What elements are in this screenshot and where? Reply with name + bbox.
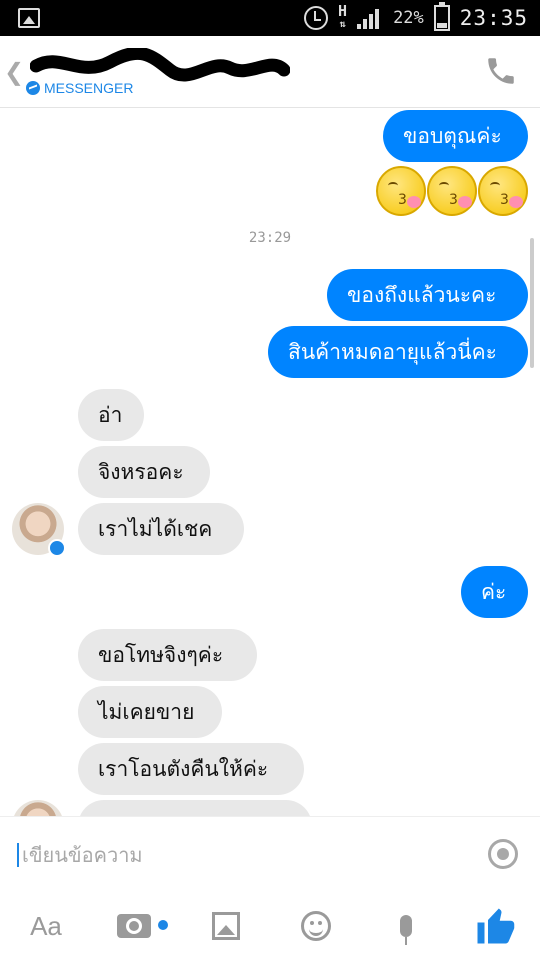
message-timestamp: 23:29	[248, 230, 292, 246]
incoming-message-partial[interactable]	[78, 800, 312, 816]
smiley-icon	[301, 911, 331, 941]
like-button[interactable]	[470, 901, 520, 951]
camera-button[interactable]	[114, 901, 154, 951]
camera-icon	[117, 914, 151, 938]
message-input[interactable]	[22, 835, 462, 875]
battery-icon	[433, 2, 450, 31]
outgoing-message[interactable]: สินค้าหมดอายุแล้วนี่คะ	[268, 326, 528, 378]
kissing-emoji-icon: 3	[427, 166, 477, 216]
composer-toolbar: Aa	[0, 901, 540, 951]
voice-button[interactable]	[386, 901, 426, 951]
gallery-button[interactable]	[206, 901, 246, 951]
conversation-header: ❮ MESSENGER	[0, 36, 540, 108]
emoji-glyph: 3	[398, 192, 407, 208]
status-icons: H ⇅ 22% 23:35	[304, 0, 528, 36]
emoji-glyph: 3	[500, 192, 509, 208]
compose-row	[0, 817, 540, 891]
sticker-button[interactable]	[296, 901, 336, 951]
scrollbar[interactable]	[530, 238, 534, 368]
redacted-contact-name	[30, 48, 290, 82]
kissing-emoji-icon: 3	[478, 166, 528, 216]
contact-avatar[interactable]	[12, 503, 66, 557]
camera-new-indicator-icon	[158, 920, 168, 930]
contact-avatar[interactable]	[12, 800, 64, 816]
outgoing-message[interactable]: ของถึงแล้วนะคะ	[327, 269, 528, 321]
incoming-message[interactable]: อ่า	[78, 389, 144, 441]
outgoing-message[interactable]: ขอบตุณค่ะ	[383, 110, 528, 162]
incoming-message[interactable]: ขอโทษจิงๆค่ะ	[78, 629, 257, 681]
emoji-glyph: 3	[449, 192, 458, 208]
status-bar: H ⇅ 22% 23:35	[0, 0, 540, 36]
text-format-label: Aa	[30, 910, 62, 941]
kissing-emoji-icon: 3	[376, 166, 426, 216]
messenger-brand: MESSENGER	[26, 80, 133, 96]
text-cursor	[17, 843, 19, 867]
location-icon[interactable]	[488, 839, 518, 869]
image-icon	[212, 912, 240, 940]
battery-percent: 22%	[393, 8, 424, 28]
back-chevron-icon[interactable]: ❮	[4, 58, 24, 86]
signal-icon	[357, 7, 383, 29]
thumbs-up-icon	[477, 908, 515, 944]
messenger-icon	[26, 81, 40, 95]
incoming-message[interactable]: จิงหรอคะ	[78, 446, 210, 498]
gallery-notification-icon	[18, 8, 40, 28]
messenger-label: MESSENGER	[44, 80, 134, 96]
network-type-indicator: H ⇅	[338, 2, 348, 31]
clock: 23:35	[459, 6, 528, 30]
incoming-message[interactable]: เราไม่ได้เชค	[78, 503, 244, 555]
outgoing-message[interactable]: ค่ะ	[461, 566, 528, 618]
alarm-icon	[304, 6, 329, 30]
microphone-icon	[400, 915, 412, 945]
incoming-message[interactable]: ไม่เคยขาย	[78, 686, 222, 738]
incoming-message[interactable]: เราโอนตังคืนให้ค่ะ	[78, 743, 304, 795]
composer: Aa	[0, 816, 540, 960]
phone-call-icon[interactable]	[484, 54, 518, 88]
messenger-badge-icon	[48, 539, 66, 557]
message-list[interactable]: ขอบตุณค่ะ 3 3 3 23:29 ของถึงแล้วนะคะ สิน…	[0, 108, 540, 816]
text-format-button[interactable]: Aa	[24, 901, 68, 951]
